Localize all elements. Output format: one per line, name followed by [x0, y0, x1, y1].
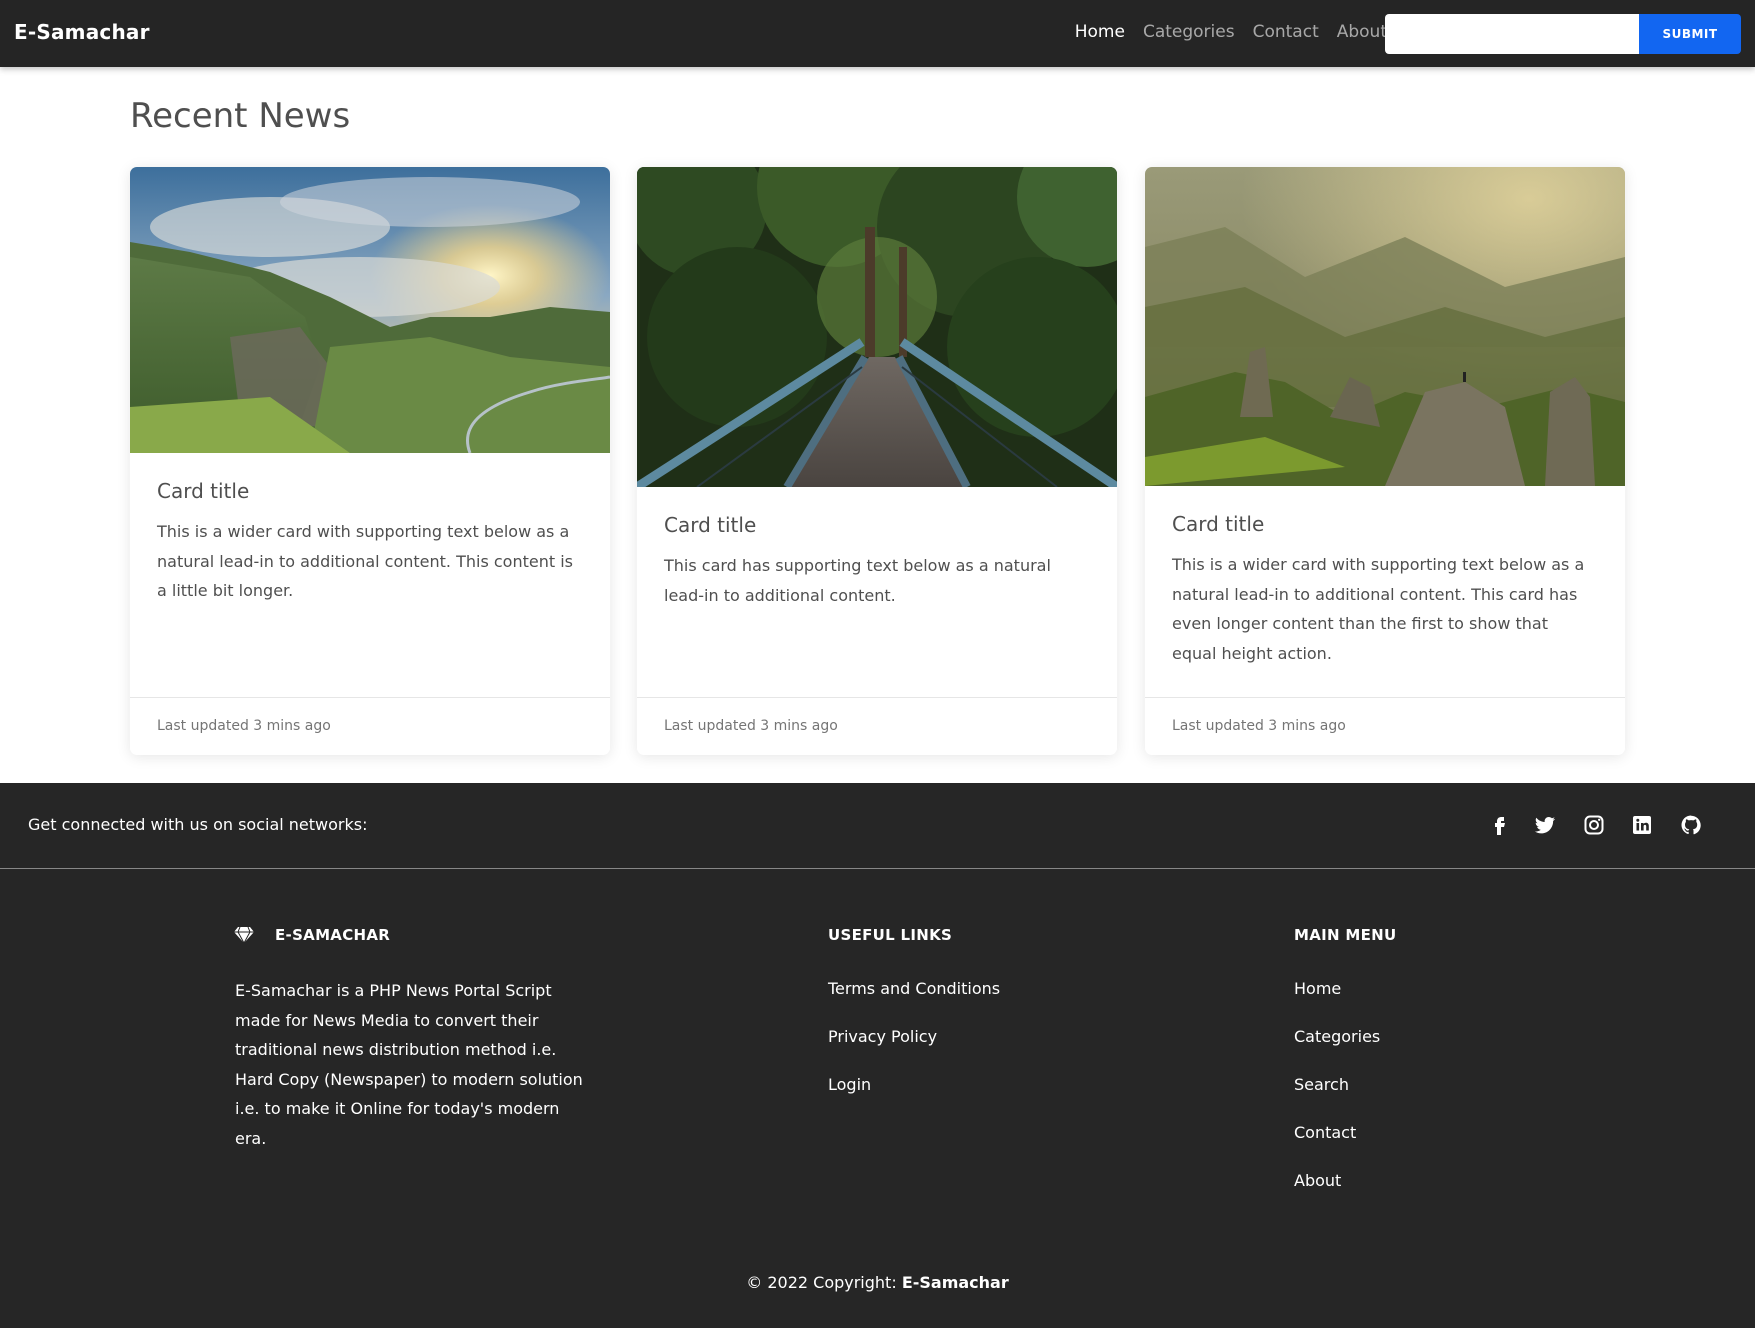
copyright-text: © 2022 Copyright:	[746, 1273, 897, 1292]
instagram-icon[interactable]	[1582, 813, 1606, 837]
nav-links: Home Categories Contact About	[1075, 22, 1387, 42]
footer-brand-description: E-Samachar is a PHP News Portal Script m…	[235, 981, 583, 1148]
github-icon[interactable]	[1679, 813, 1703, 837]
search-input[interactable]	[1385, 14, 1639, 54]
nav-link-home[interactable]: Home	[1075, 22, 1125, 42]
news-card[interactable]: Card title This card has supporting text…	[637, 167, 1117, 755]
top-navbar: E-Samachar Home Categories Contact About…	[0, 0, 1755, 67]
social-bar: Get connected with us on social networks…	[0, 783, 1755, 869]
footer-link-privacy[interactable]: Privacy Policy	[828, 1027, 937, 1046]
useful-links-heading: USEFUL LINKS	[828, 926, 953, 944]
card-text: This is a wider card with supporting tex…	[157, 522, 573, 600]
social-text: Get connected with us on social networks…	[28, 815, 368, 834]
page-title: Recent News	[130, 96, 351, 136]
news-card[interactable]: Card title This is a wider card with sup…	[1145, 167, 1625, 755]
nav-link-about[interactable]: About	[1337, 22, 1387, 42]
footer-menu-home[interactable]: Home	[1294, 979, 1341, 998]
copyright: © 2022 Copyright: E-Samachar	[0, 1273, 1755, 1292]
linkedin-icon[interactable]	[1630, 813, 1654, 837]
card-text: This is a wider card with supporting tex…	[1172, 555, 1585, 663]
footer-menu-categories[interactable]: Categories	[1294, 1027, 1380, 1046]
footer-menu-search[interactable]: Search	[1294, 1075, 1349, 1094]
nav-link-contact[interactable]: Contact	[1253, 22, 1319, 42]
card-footer: Last updated 3 mins ago	[1145, 697, 1625, 755]
card-title: Card title	[664, 513, 757, 537]
forest-bridge-image	[637, 167, 1117, 487]
mountain-valley-sunset-image	[130, 167, 610, 453]
card-footer: Last updated 3 mins ago	[130, 697, 610, 755]
footer-menu-contact[interactable]: Contact	[1294, 1123, 1356, 1142]
card-body: Card title This card has supporting text…	[637, 487, 1117, 610]
copyright-brand-link[interactable]: E-Samachar	[902, 1273, 1009, 1292]
nav-link-categories[interactable]: Categories	[1143, 22, 1235, 42]
footer-link-terms[interactable]: Terms and Conditions	[828, 979, 1000, 998]
misty-mountains-image	[1145, 167, 1625, 486]
site-footer: Get connected with us on social networks…	[0, 783, 1755, 1328]
submit-button[interactable]: SUBMIT	[1639, 14, 1741, 54]
footer-link-login[interactable]: Login	[828, 1075, 871, 1094]
card-title: Card title	[1172, 512, 1265, 536]
facebook-icon[interactable]	[1487, 813, 1511, 837]
main-menu-heading: MAIN MENU	[1294, 926, 1397, 944]
gem-icon	[234, 926, 254, 944]
twitter-icon[interactable]	[1533, 813, 1557, 837]
footer-menu-about[interactable]: About	[1294, 1171, 1341, 1190]
card-title: Card title	[157, 479, 250, 503]
card-footer: Last updated 3 mins ago	[637, 697, 1117, 755]
card-text: This card has supporting text below as a…	[664, 556, 1051, 605]
card-body: Card title This is a wider card with sup…	[130, 453, 610, 606]
footer-brand-heading: E-SAMACHAR	[275, 926, 391, 944]
card-body: Card title This is a wider card with sup…	[1145, 486, 1625, 668]
news-card[interactable]: Card title This is a wider card with sup…	[130, 167, 610, 755]
brand-logo-link[interactable]: E-Samachar	[14, 20, 150, 44]
